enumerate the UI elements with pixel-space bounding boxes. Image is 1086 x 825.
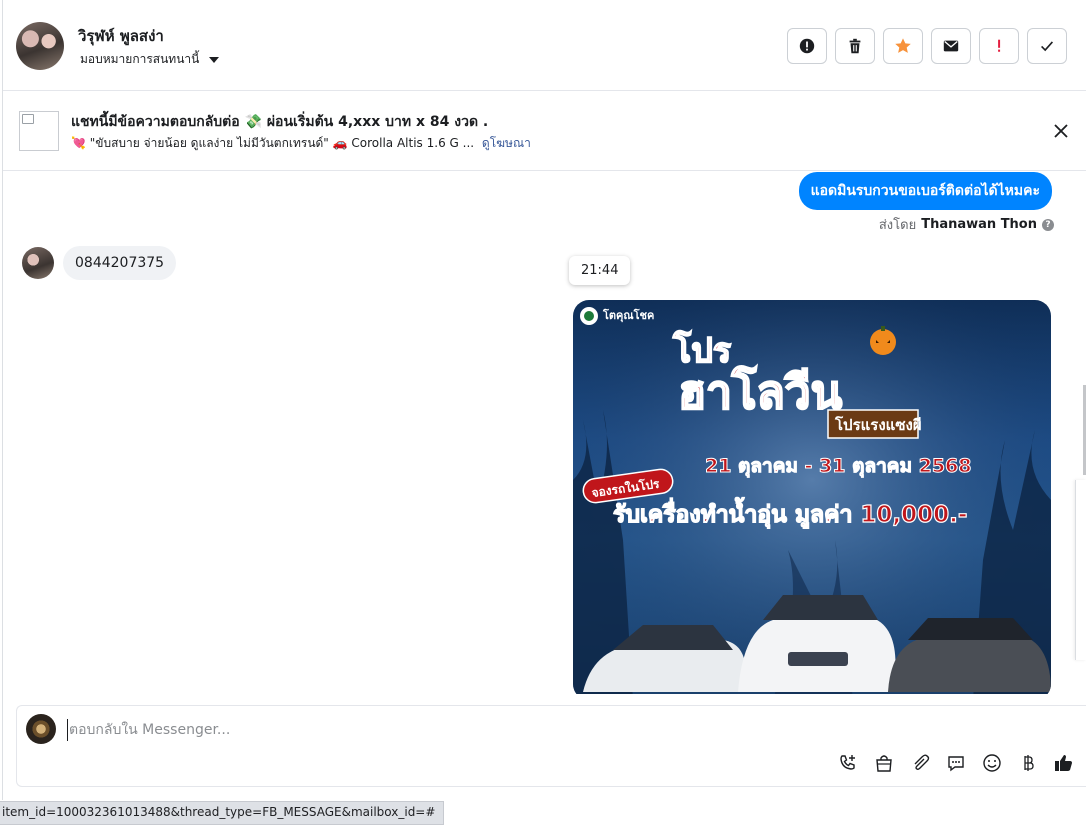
close-banner-button[interactable] [1051, 121, 1071, 141]
reply-composer: ตอบกลับใน Messenger... [16, 705, 1086, 787]
baht-icon [1024, 755, 1034, 771]
shop-button[interactable] [873, 752, 895, 774]
incoming-message[interactable]: 0844207375 [63, 246, 177, 280]
sent-by-prefix: ส่งโดย [878, 218, 917, 233]
trash-icon [849, 38, 861, 54]
ad-title: แชทนี้มีข้อความตอบกลับต่อ 💸 ผ่อนเริ่มต้น… [71, 114, 489, 130]
ad-description-text: 💘 "ขับสบาย จ่ายน้อย ดูแลง่าย ไม่มีวันตกเ… [71, 136, 475, 150]
delete-button[interactable] [835, 28, 875, 64]
page-avatar [26, 714, 56, 744]
payment-button[interactable] [1017, 752, 1039, 774]
star-icon [895, 38, 911, 53]
mark-done-button[interactable] [1027, 28, 1067, 64]
promo-date-range: 21 ตุลาคม - 31 ตุลาคม 2568 [705, 455, 972, 478]
shopping-bag-icon [876, 755, 892, 772]
outgoing-message[interactable]: แอดมินรบกวนขอเบอร์ติดต่อได้ไหมคะ [798, 172, 1052, 210]
like-button[interactable] [1053, 752, 1075, 774]
follow-up-button[interactable] [979, 28, 1019, 64]
check-icon [1041, 41, 1054, 52]
conversation-panel: วิรุฬห์ พูลสง่า มอบหมายการสนทนานี้ แชทนี… [2, 0, 1086, 800]
conversation-header: วิรุฬห์ พูลสง่า มอบหมายการสนทนานี้ [3, 0, 1086, 91]
spam-button[interactable] [787, 28, 827, 64]
question-icon[interactable]: ? [1042, 218, 1054, 231]
ad-description: 💘 "ขับสบาย จ่ายน้อย ดูแลง่าย ไม่มีวันตกเ… [71, 134, 531, 153]
contact-name[interactable]: วิรุฬห์ พูลสง่า [78, 24, 164, 48]
promo-headline-main: ฮาโลวีน [678, 365, 843, 419]
assign-conversation-dropdown[interactable]: มอบหมายการสนทนานี้ [80, 50, 220, 69]
emoji-button[interactable] [981, 752, 1003, 774]
saved-reply-icon [948, 756, 964, 772]
call-add-button[interactable] [837, 752, 859, 774]
chevron-down-icon [209, 56, 220, 63]
composer-tools [837, 752, 1075, 774]
mark-unread-button[interactable] [931, 28, 971, 64]
call-add-icon [840, 755, 855, 770]
star-button[interactable] [883, 28, 923, 64]
attach-button[interactable] [909, 752, 931, 774]
promo-brand: โตคุณโชค [602, 308, 654, 323]
message-list[interactable]: แอดมินรบกวนขอเบอร์ติดต่อได้ไหมคะ ส่งโดย … [3, 171, 1086, 694]
halloween-promo-image: โตคุณโชค โปร ฮาโลวีน โปรแรงแซงผี 21 ตุลา… [573, 300, 1051, 694]
paperclip-icon [914, 754, 930, 771]
emoji-icon [983, 754, 1001, 772]
header-actions [787, 28, 1067, 64]
promo-image-message[interactable]: โตคุณโชค โปร ฮาโลวีน โปรแรงแซงผี 21 ตุลา… [573, 300, 1051, 694]
contact-avatar[interactable] [16, 22, 64, 70]
promo-tag: โปรแรงแซงผี [834, 415, 922, 434]
saved-reply-button[interactable] [945, 752, 967, 774]
view-ad-link[interactable]: ดูโฆษณา [482, 136, 531, 150]
envelope-icon [943, 40, 959, 52]
exclamation-icon [998, 39, 1001, 52]
sender-avatar[interactable] [22, 247, 54, 279]
thumbs-up-icon [1055, 755, 1072, 771]
side-panel-edge [1075, 480, 1086, 660]
assign-label: มอบหมายการสนทนานี้ [80, 52, 200, 66]
reply-input[interactable]: ตอบกลับใน Messenger... [67, 719, 230, 741]
close-icon [1054, 124, 1068, 138]
sent-by-info: ส่งโดย Thanawan Thon ? [879, 214, 1054, 235]
promo-offer: รับเครื่องทำน้ำอุ่น มูลค่า 10,000.- [613, 497, 967, 529]
alert-circle-icon [799, 38, 815, 54]
sent-by-name: Thanawan Thon [921, 217, 1037, 232]
browser-status-bar: item_id=100032361013488&thread_type=FB_M… [0, 801, 445, 825]
timestamp-tooltip: 21:44 [569, 256, 631, 285]
ad-context-banner: แชทนี้มีข้อความตอบกลับต่อ 💸 ผ่อนเริ่มต้น… [3, 91, 1086, 171]
ad-thumbnail[interactable] [19, 111, 59, 151]
